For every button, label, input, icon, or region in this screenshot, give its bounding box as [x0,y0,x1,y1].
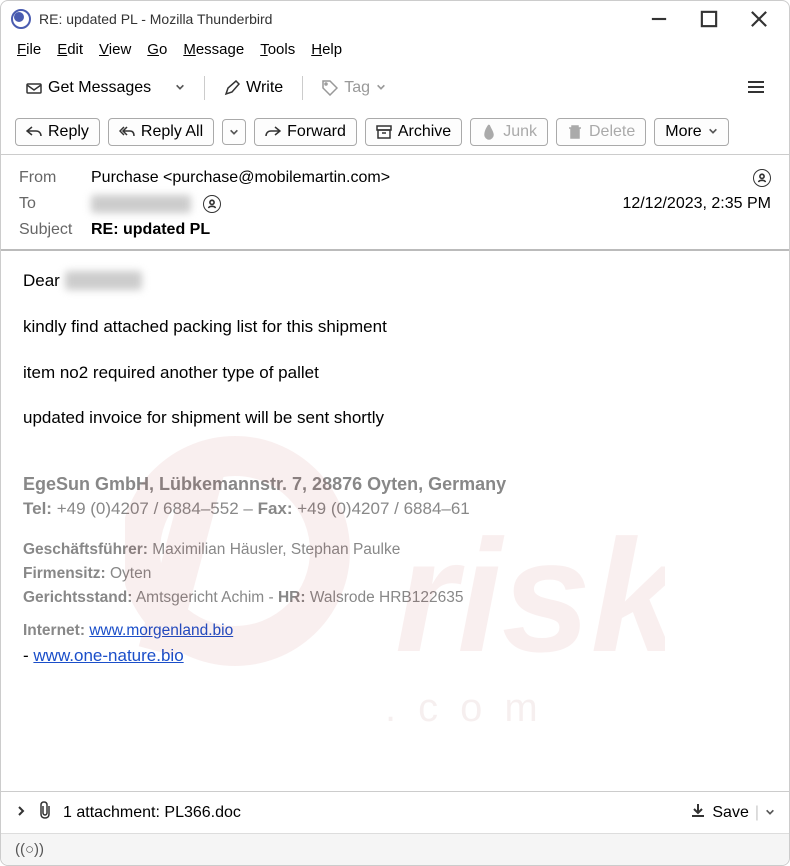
menu-help[interactable]: Help [311,41,342,58]
to-label: To [19,195,81,213]
menu-edit[interactable]: Edit [57,41,83,58]
sig-gf-label: Geschäftsführer: [23,541,148,558]
to-value-redacted: xxxxx [91,195,191,213]
sig-tel: +49 (0)4207 / 6884–552 – [52,499,258,518]
write-label: Write [246,79,283,97]
write-button[interactable]: Write [213,72,294,104]
paperclip-icon [37,800,53,825]
expand-attachments-button[interactable] [15,804,27,822]
get-messages-dropdown[interactable] [164,72,196,104]
more-label: More [665,123,701,141]
body-p2: item no2 required another type of pallet [23,361,767,385]
reply-label: Reply [48,123,89,141]
sig-fs: Oyten [106,565,152,582]
menu-tools[interactable]: Tools [260,41,295,58]
archive-icon [376,124,392,140]
svg-text:.com: .com [385,686,560,730]
sig-fs-label: Firmensitz: [23,565,106,582]
sig-gs-label: Gerichtsstand: [23,589,132,606]
reply-all-label: Reply All [141,123,203,141]
menu-message[interactable]: Message [183,41,244,58]
flame-icon [481,124,497,140]
contact-icon[interactable] [753,169,771,187]
sig-gf: Maximilian Häusler, Stephan Paulke [148,541,400,558]
greeting: Dear [23,271,60,290]
contact-icon[interactable] [203,195,221,213]
reply-all-icon [119,124,135,140]
window-title: RE: updated PL - Mozilla Thunderbird [39,11,649,27]
sig-hr-label: HR: [278,589,306,606]
body-p1: kindly find attached packing list for th… [23,315,767,339]
reply-all-dropdown[interactable] [222,119,246,145]
separator [204,76,205,100]
from-label: From [19,169,81,187]
download-icon [690,802,706,823]
more-button[interactable]: More [654,118,728,146]
signature-company: EgeSun GmbH, Lübkemannstr. 7, 28876 Oyte… [23,472,767,497]
reply-button[interactable]: Reply [15,118,100,146]
menu-go[interactable]: Go [147,41,167,58]
sig-fax-label: Fax: [258,499,293,518]
menu-file[interactable]: File [17,41,41,58]
menu-view[interactable]: View [99,41,131,58]
sig-fax: +49 (0)4207 / 6884–61 [293,499,470,518]
sig-tel-label: Tel: [23,499,52,518]
save-dropdown[interactable] [765,804,775,822]
forward-label: Forward [287,123,346,141]
pencil-icon [224,80,240,96]
sig-link2[interactable]: www.one-nature.bio [33,646,183,665]
separator [302,76,303,100]
attachment-text[interactable]: 1 attachment: PL366.doc [63,804,241,822]
subject-value: RE: updated PL [91,221,210,239]
forward-button[interactable]: Forward [254,118,357,146]
trash-icon [567,124,583,140]
tag-button[interactable]: Tag [311,72,397,104]
tag-icon [322,80,338,96]
delete-label: Delete [589,123,635,141]
maximize-button[interactable] [699,9,719,29]
tag-label: Tag [344,79,370,97]
sig-dash: - [23,646,33,665]
from-value[interactable]: Purchase <purchase@mobilemartin.com> [91,169,741,187]
sig-hr: Walsrode HRB122635 [306,589,464,606]
reply-icon [26,124,42,140]
save-button[interactable]: Save [712,804,748,822]
delete-button[interactable]: Delete [556,118,646,146]
archive-label: Archive [398,123,451,141]
thunderbird-app-icon [11,9,31,29]
reply-all-button[interactable]: Reply All [108,118,214,146]
archive-button[interactable]: Archive [365,118,462,146]
sig-link1[interactable]: www.morgenland.bio [89,622,233,639]
get-messages-label: Get Messages [48,79,151,97]
sig-internet-label: Internet: [23,622,85,639]
greeting-name-redacted: xx [65,271,142,290]
close-button[interactable] [749,9,769,29]
status-activity-icon: ((○)) [15,841,44,858]
body-p3: updated invoice for shipment will be sen… [23,406,767,430]
sig-gs: Amtsgericht Achim - [132,589,278,606]
get-messages-icon [26,80,42,96]
junk-label: Junk [503,123,537,141]
junk-button[interactable]: Junk [470,118,548,146]
forward-icon [265,124,281,140]
app-menu-button[interactable] [737,74,775,103]
subject-label: Subject [19,221,81,239]
get-messages-button[interactable]: Get Messages [15,72,162,104]
minimize-button[interactable] [649,9,669,29]
message-date: 12/12/2023, 2:35 PM [622,195,771,213]
email-body: risk .com Dear xx kindly find attached p… [1,251,789,686]
